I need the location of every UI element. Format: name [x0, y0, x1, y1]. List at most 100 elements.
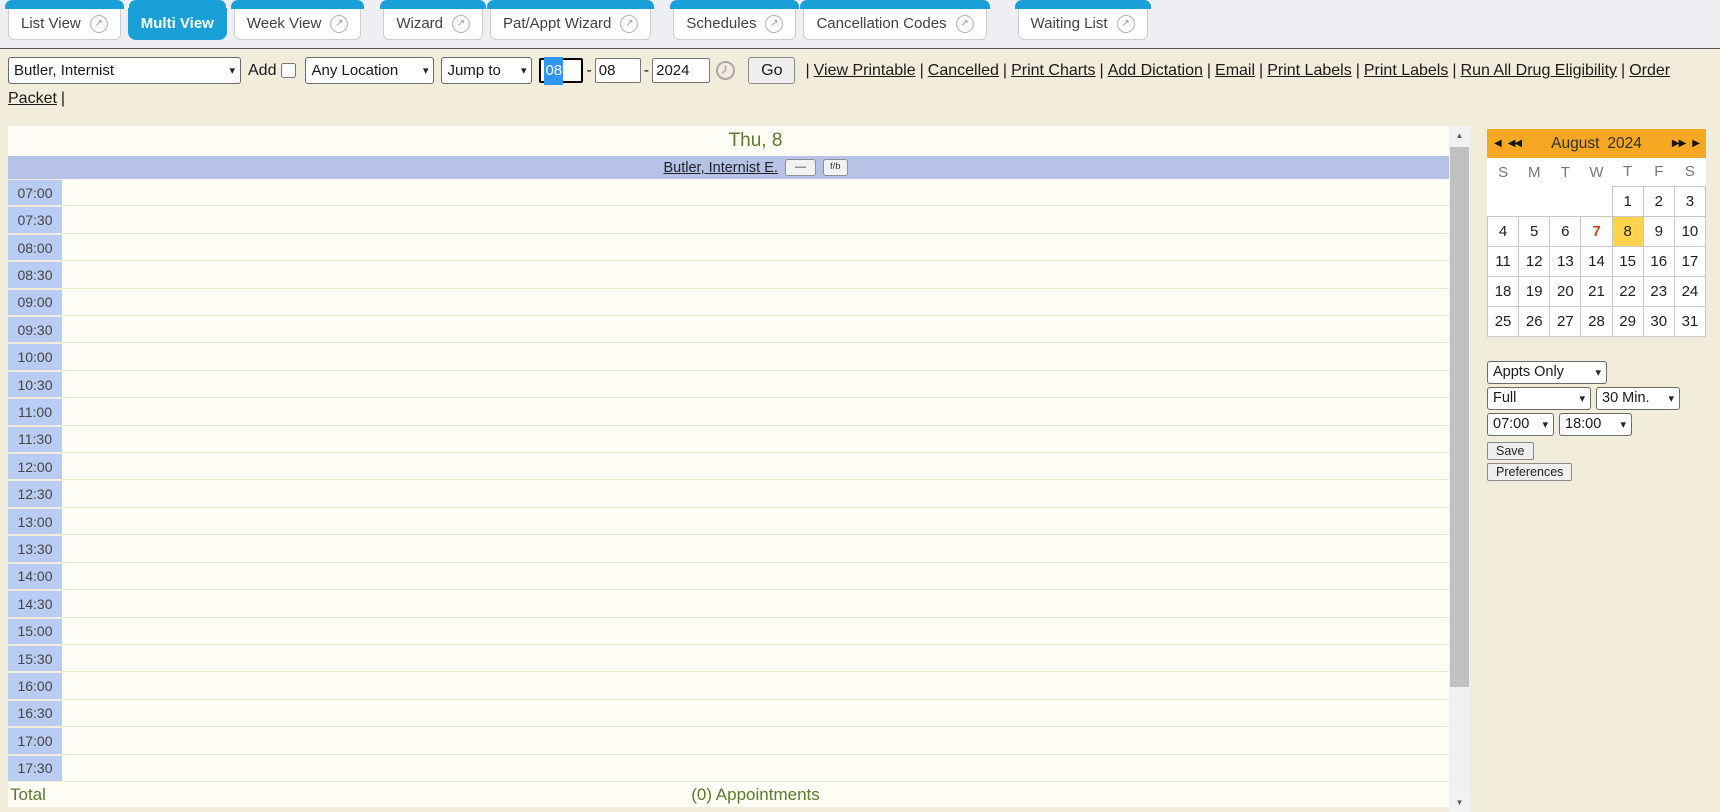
clock-icon[interactable]	[715, 60, 736, 81]
provider-select[interactable]: Butler, Internist▾	[8, 57, 241, 84]
calendar-day-5[interactable]: 5	[1519, 216, 1550, 246]
fb-button[interactable]: f/b	[823, 159, 848, 176]
calendar-day-15[interactable]: 15	[1612, 246, 1643, 276]
calendar-day-19[interactable]: 19	[1519, 276, 1550, 306]
date-day-input[interactable]: 08	[595, 58, 641, 83]
calendar-day-23[interactable]: 23	[1643, 276, 1674, 306]
display-mode-select[interactable]: Full▾	[1487, 387, 1591, 410]
preferences-button[interactable]: Preferences	[1487, 463, 1572, 481]
interval-select[interactable]: 30 Min.▾	[1596, 387, 1680, 410]
calendar-day-10[interactable]: 10	[1674, 216, 1705, 246]
view-filter-select[interactable]: Appts Only▾	[1487, 361, 1607, 384]
calendar-next-month-icon[interactable]: ▶▶	[1672, 138, 1685, 149]
calendar-day-7[interactable]: 7	[1581, 216, 1612, 246]
toolbar-link-run-all-drug-eligibility[interactable]: Run All Drug Eligibility	[1461, 62, 1618, 79]
schedule-slot-1400[interactable]	[62, 563, 1449, 590]
add-checkbox[interactable]	[281, 63, 296, 78]
open-new-window-icon[interactable]: ↗	[956, 15, 974, 33]
schedule-slot-1300[interactable]	[62, 508, 1449, 535]
schedule-slot-1330[interactable]	[62, 535, 1449, 562]
tab-week-view[interactable]: Week View↗	[234, 8, 361, 40]
schedule-slot-1130[interactable]	[62, 426, 1449, 453]
calendar-day-31[interactable]: 31	[1674, 306, 1705, 336]
schedule-slot-1730[interactable]	[62, 755, 1449, 782]
schedule-slot-1000[interactable]	[62, 343, 1449, 370]
schedule-slot-0930[interactable]	[62, 316, 1449, 343]
tab-waiting-list[interactable]: Waiting List↗	[1018, 8, 1148, 40]
calendar-day-11[interactable]: 11	[1488, 246, 1519, 276]
schedule-slot-1430[interactable]	[62, 590, 1449, 617]
schedule-slot-1700[interactable]	[62, 727, 1449, 754]
schedule-slot-1230[interactable]	[62, 480, 1449, 507]
calendar-day-24[interactable]: 24	[1674, 276, 1705, 306]
calendar-day-13[interactable]: 13	[1550, 246, 1581, 276]
calendar-day-17[interactable]: 17	[1674, 246, 1705, 276]
date-year-input[interactable]: 2024	[652, 58, 710, 83]
calendar-day-9[interactable]: 9	[1643, 216, 1674, 246]
calendar-day-18[interactable]: 18	[1488, 276, 1519, 306]
scroll-down-icon[interactable]: ▼	[1449, 793, 1470, 812]
open-new-window-icon[interactable]: ↗	[620, 15, 638, 33]
end-time-select[interactable]: 18:00▾	[1559, 413, 1632, 436]
go-button[interactable]: Go	[748, 57, 795, 84]
tab-multi-view[interactable]: Multi View	[128, 8, 227, 40]
calendar-prev-month-icon[interactable]: ◀◀	[1508, 138, 1521, 149]
calendar-day-21[interactable]: 21	[1581, 276, 1612, 306]
toolbar-link-email[interactable]: Email	[1215, 62, 1255, 79]
calendar-day-3[interactable]: 3	[1674, 186, 1705, 216]
calendar-day-1[interactable]: 1	[1612, 186, 1643, 216]
schedule-scrollbar[interactable]: ▲ ▼	[1449, 126, 1470, 812]
open-new-window-icon[interactable]: ↗	[1117, 15, 1135, 33]
tab-wizard[interactable]: Wizard↗	[383, 8, 483, 40]
open-new-window-icon[interactable]: ↗	[765, 15, 783, 33]
calendar-day-6[interactable]: 6	[1550, 216, 1581, 246]
schedule-slot-0900[interactable]	[62, 289, 1449, 316]
calendar-day-2[interactable]: 2	[1643, 186, 1674, 216]
provider-link[interactable]: Butler, Internist E.	[663, 160, 777, 176]
location-select[interactable]: Any Location▾	[305, 57, 434, 84]
calendar-day-27[interactable]: 27	[1550, 306, 1581, 336]
calendar-prev-year-icon[interactable]: ◀	[1494, 138, 1501, 149]
scrollbar-thumb[interactable]	[1450, 147, 1469, 687]
schedule-slot-1200[interactable]	[62, 453, 1449, 480]
schedule-slot-0730[interactable]	[62, 206, 1449, 233]
tab-pat-appt-wizard[interactable]: Pat/Appt Wizard↗	[490, 8, 651, 40]
calendar-day-4[interactable]: 4	[1488, 216, 1519, 246]
tab-list-view[interactable]: List View↗	[8, 8, 121, 40]
schedule-slot-0700[interactable]	[62, 179, 1449, 206]
toolbar-link-view-printable[interactable]: View Printable	[814, 62, 916, 79]
schedule-slot-1530[interactable]	[62, 645, 1449, 672]
calendar-next-year-icon[interactable]: ▶	[1692, 138, 1699, 149]
tab-schedules[interactable]: Schedules↗	[673, 8, 796, 40]
open-new-window-icon[interactable]: ↗	[452, 15, 470, 33]
calendar-day-25[interactable]: 25	[1488, 306, 1519, 336]
toolbar-link-add-dictation[interactable]: Add Dictation	[1108, 62, 1203, 79]
calendar-day-14[interactable]: 14	[1581, 246, 1612, 276]
schedule-slot-1630[interactable]	[62, 700, 1449, 727]
start-time-select[interactable]: 07:00▾	[1487, 413, 1554, 436]
scroll-up-icon[interactable]: ▲	[1449, 126, 1470, 145]
calendar-day-30[interactable]: 30	[1643, 306, 1674, 336]
toolbar-link-cancelled[interactable]: Cancelled	[928, 62, 999, 79]
calendar-day-29[interactable]: 29	[1612, 306, 1643, 336]
schedule-slot-0800[interactable]	[62, 234, 1449, 261]
schedule-slot-1030[interactable]	[62, 371, 1449, 398]
calendar-day-16[interactable]: 16	[1643, 246, 1674, 276]
calendar-day-28[interactable]: 28	[1581, 306, 1612, 336]
schedule-slot-1500[interactable]	[62, 618, 1449, 645]
open-new-window-icon[interactable]: ↗	[330, 15, 348, 33]
open-new-window-icon[interactable]: ↗	[90, 15, 108, 33]
schedule-slot-0830[interactable]	[62, 261, 1449, 288]
calendar-day-20[interactable]: 20	[1550, 276, 1581, 306]
toolbar-link-print-charts[interactable]: Print Charts	[1011, 62, 1095, 79]
toolbar-link-print-labels[interactable]: Print Labels	[1267, 62, 1352, 79]
save-button[interactable]: Save	[1487, 442, 1534, 460]
toolbar-link-print-labels[interactable]: Print Labels	[1364, 62, 1449, 79]
date-month-input[interactable]: 08	[539, 58, 583, 83]
collapse-column-button[interactable]: —	[785, 159, 816, 176]
tab-cancellation-codes[interactable]: Cancellation Codes↗	[803, 8, 986, 40]
calendar-day-26[interactable]: 26	[1519, 306, 1550, 336]
jump-to-select[interactable]: Jump to▾	[441, 57, 532, 84]
calendar-day-22[interactable]: 22	[1612, 276, 1643, 306]
calendar-day-8[interactable]: 8	[1612, 216, 1643, 246]
